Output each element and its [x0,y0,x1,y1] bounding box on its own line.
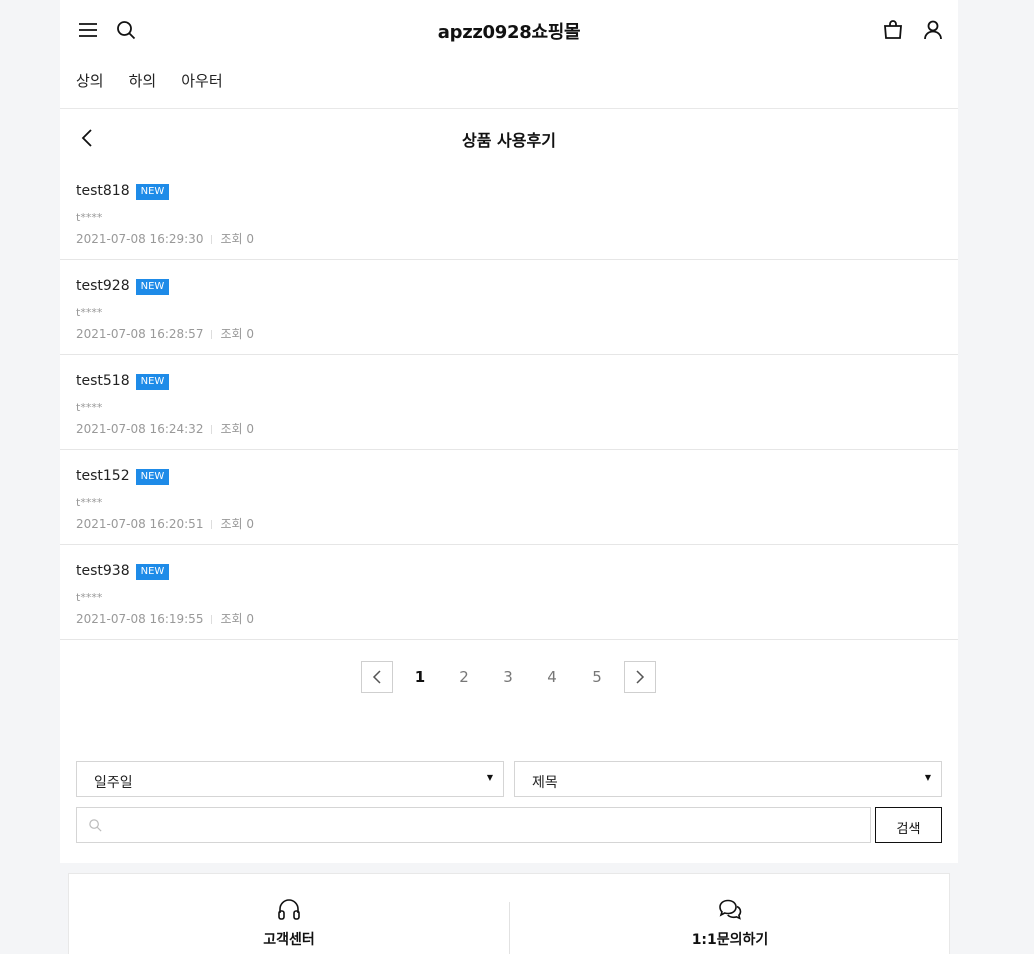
field-select[interactable]: 제목 ▼ [514,761,942,797]
search-icon [89,819,102,832]
pagination: 1 2 3 4 5 [60,661,958,693]
page-number-3[interactable]: 3 [498,668,518,686]
period-select[interactable]: 일주일 ▼ [76,761,504,797]
user-icon[interactable] [921,18,945,42]
customer-center[interactable]: 고객센터 [69,874,509,954]
category-tops[interactable]: 상의 [76,70,104,91]
field-select-value: 제목 [532,775,558,791]
site-logo[interactable]: apzz0928쇼핑몰 [60,18,958,44]
category-nav: 상의 하의 아우터 [76,70,248,92]
inquiry-label: 1:1문의하기 [691,932,769,948]
review-author: t**** [76,211,103,224]
review-views: 조회 0 [220,422,254,436]
page-number-1[interactable]: 1 [410,668,430,686]
new-badge: NEW [135,279,170,295]
review-list: test818 NEW t**** 2021-07-08 16:29:30 조회 0… [60,165,958,640]
review-date: 2021-07-08 16:24:32 [76,422,204,436]
review-title[interactable]: test518 [76,373,130,389]
review-views: 조회 0 [220,612,254,626]
new-badge: NEW [135,374,170,390]
chat-bubbles-icon [719,899,742,920]
review-date: 2021-07-08 16:28:57 [76,327,204,341]
search-button[interactable]: 검색 [875,807,942,843]
page-title: 상품 사용후기 [462,131,556,150]
review-views: 조회 0 [220,517,254,531]
review-title[interactable]: test818 [76,183,130,199]
list-item[interactable]: test938 NEW t**** 2021-07-08 16:19:55 조회 0 [60,545,958,640]
page-number-4[interactable]: 4 [542,668,562,686]
subheader: 상품 사용후기 [60,110,958,164]
next-page-button[interactable] [624,661,656,693]
review-views: 조회 0 [220,232,254,246]
review-author: t**** [76,401,103,414]
meta-separator [211,330,213,339]
search-input[interactable] [111,809,861,841]
review-views: 조회 0 [220,327,254,341]
review-title[interactable]: test938 [76,563,130,579]
review-date: 2021-07-08 16:19:55 [76,612,204,626]
list-item[interactable]: test152 NEW t**** 2021-07-08 16:20:51 조회 0 [60,450,958,545]
headset-icon [278,899,300,920]
one-to-one-inquiry[interactable]: 1:1문의하기 [510,874,950,954]
meta-separator [211,520,213,529]
search-input-box [76,807,871,843]
list-item[interactable]: test518 NEW t**** 2021-07-08 16:24:32 조회 0 [60,355,958,450]
page-number-2[interactable]: 2 [454,668,474,686]
chevron-right-icon [636,670,645,684]
caret-down-icon: ▼ [486,773,493,782]
new-badge: NEW [135,469,170,485]
new-badge: NEW [135,564,170,580]
header: apzz0928쇼핑몰 [60,0,958,60]
page: apzz0928쇼핑몰 상의 하의 아우터 상품 사용후기 test818 NEW t… [60,0,958,954]
review-author: t**** [76,591,103,604]
meta-separator [211,235,213,244]
customer-center-label: 고객센터 [263,932,315,948]
footer-card: 고객센터 1:1문의하기 [68,873,950,954]
new-badge: NEW [135,184,170,200]
divider [60,108,958,109]
review-date: 2021-07-08 16:29:30 [76,232,204,246]
period-select-value: 일주일 [94,775,133,791]
caret-down-icon: ▼ [924,773,931,782]
prev-page-button[interactable] [361,661,393,693]
chevron-left-icon [372,670,381,684]
review-date: 2021-07-08 16:20:51 [76,517,204,531]
page-number-5[interactable]: 5 [587,668,607,686]
category-outerwear[interactable]: 아우터 [181,70,222,91]
category-bottoms[interactable]: 하의 [129,70,157,91]
meta-separator [211,425,213,434]
review-title[interactable]: test928 [76,278,130,294]
review-author: t**** [76,306,103,319]
review-title[interactable]: test152 [76,468,130,484]
list-item[interactable]: test928 NEW t**** 2021-07-08 16:28:57 조회 0 [60,260,958,355]
review-author: t**** [76,496,103,509]
meta-separator [211,615,213,624]
list-item[interactable]: test818 NEW t**** 2021-07-08 16:29:30 조회 0 [60,165,958,260]
cart-icon[interactable] [881,18,905,42]
